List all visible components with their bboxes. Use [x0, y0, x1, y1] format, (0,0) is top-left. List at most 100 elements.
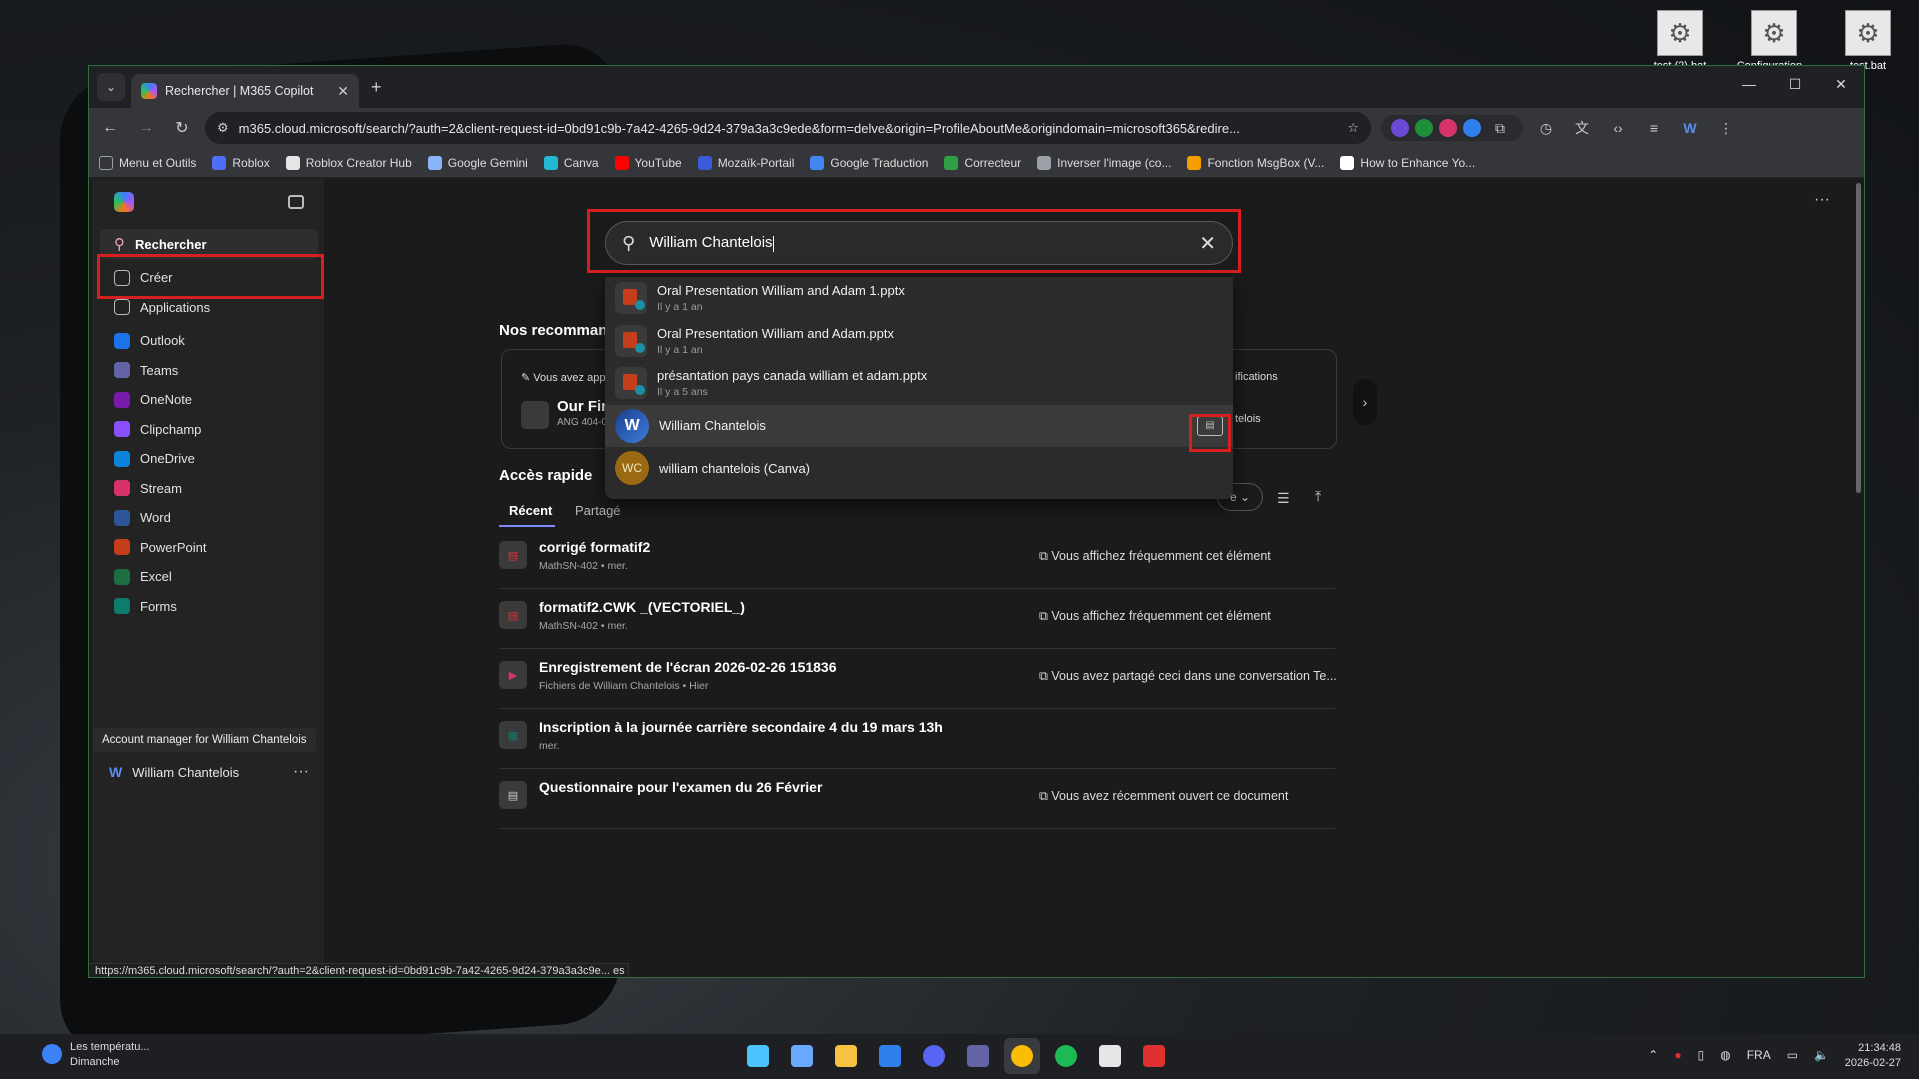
suggestion-pptx[interactable]: Oral Presentation William and Adam 1.ppt…: [605, 277, 1233, 320]
taskbar-app[interactable]: [960, 1038, 996, 1074]
language-indicator[interactable]: FRA: [1747, 1048, 1771, 1062]
page-more-icon[interactable]: ···: [1814, 191, 1830, 209]
minimize-button[interactable]: —: [1726, 66, 1772, 102]
filter-icon[interactable]: ☰: [1277, 490, 1290, 507]
tab-rechercher[interactable]: Rechercher | M365 Copilot ✕: [131, 74, 359, 108]
desktop-icon-configuration[interactable]: ⚙ Configuration...: [1732, 10, 1816, 72]
weather-widget[interactable]: Les températu... Dimanche: [42, 1040, 150, 1070]
bookmark-item[interactable]: Roblox Creator Hub: [285, 155, 412, 170]
list-item[interactable]: ▤ Questionnaire pour l'examen du 26 Févri…: [499, 769, 1335, 829]
suggestion-canva[interactable]: WC william chantelois (Canva): [605, 447, 1233, 490]
windows-start-icon: [747, 1045, 769, 1067]
copilot-logo-icon[interactable]: [114, 192, 134, 212]
taskbar-app[interactable]: [784, 1038, 820, 1074]
extensions-puzzle-icon[interactable]: ⧉: [1487, 120, 1513, 137]
chevron-up-icon[interactable]: ⌃: [1648, 1048, 1658, 1062]
sidebar-item-outlook[interactable]: Outlook: [92, 326, 324, 356]
desktop-icon-test2-bat[interactable]: ⚙ test (2).bat: [1638, 10, 1722, 72]
sidebar-item-teams[interactable]: Teams: [92, 356, 324, 386]
volume-icon[interactable]: 🔈: [1814, 1048, 1829, 1062]
account-more-icon[interactable]: ···: [293, 763, 309, 781]
taskbar-app[interactable]: [828, 1038, 864, 1074]
forward-icon[interactable]: →: [133, 119, 159, 137]
sidebar-item-creer[interactable]: Créer: [92, 263, 324, 293]
contact-card-icon[interactable]: ▤: [1197, 415, 1223, 436]
suggestion-person[interactable]: W William Chantelois ▤: [605, 404, 1233, 447]
tab-search-button[interactable]: ⌄: [97, 73, 125, 101]
bookmark-item[interactable]: Roblox: [212, 155, 270, 170]
sidebar-item-excel[interactable]: Excel: [92, 562, 324, 592]
bookmark-item[interactable]: Canva: [543, 155, 599, 170]
list-item[interactable]: ▶ Enregistrement de l'écran 2026-02-26 15…: [499, 649, 1337, 709]
maximize-button[interactable]: ☐: [1772, 66, 1818, 102]
list-item[interactable]: ▦ Inscription à la journée carrière secon…: [499, 709, 1335, 769]
tab-recent[interactable]: Récent: [509, 503, 552, 518]
network-globe-icon[interactable]: ◍: [1720, 1048, 1730, 1062]
taskbar-app[interactable]: [1136, 1038, 1172, 1074]
history-icon[interactable]: ◷: [1533, 120, 1559, 137]
extension-icon[interactable]: [1415, 119, 1433, 137]
account-manager[interactable]: W William Chantelois ···: [109, 757, 309, 787]
list-item[interactable]: ▤ formatif2.CWK _(VECTORIEL_) MathSN-402 •…: [499, 589, 1335, 649]
address-bar[interactable]: ⚙ m365.cloud.microsoft/search/?auth=2&cl…: [205, 112, 1371, 144]
bookmark-favicon-icon: [944, 155, 959, 170]
sidebar-collapse-icon[interactable]: [288, 195, 304, 209]
search-input[interactable]: ⚲ William Chantelois ✕: [605, 221, 1233, 265]
list-item[interactable]: ▤ corrigé formatif2 MathSN-402 • mer. ⧉ Vou…: [499, 529, 1335, 589]
bookmark-item[interactable]: YouTube: [614, 155, 682, 170]
devtools-icon[interactable]: ‹›: [1605, 120, 1631, 136]
taskbar-app[interactable]: [1004, 1038, 1040, 1074]
sidebar-item-powerpoint[interactable]: PowerPoint: [92, 533, 324, 563]
sidebar-item-rechercher[interactable]: ⚲ Rechercher: [100, 229, 318, 259]
translate-icon[interactable]: 文: [1569, 118, 1595, 138]
back-icon[interactable]: ←: [97, 119, 123, 137]
display-icon[interactable]: ▭: [1787, 1048, 1798, 1062]
sidebar-item-clipchamp[interactable]: Clipchamp: [92, 415, 324, 445]
bookmark-item[interactable]: Google Traduction: [810, 155, 928, 170]
close-window-button[interactable]: ✕: [1818, 66, 1864, 102]
taskbar-app[interactable]: [1048, 1038, 1084, 1074]
scroll-top-icon[interactable]: ⤒: [1315, 488, 1321, 505]
tray-app-icon[interactable]: ●: [1674, 1048, 1681, 1062]
desktop-icon-test-bat[interactable]: ⚙ test.bat: [1826, 10, 1910, 72]
bookmark-item[interactable]: Fonction MsgBox (V...: [1187, 155, 1324, 170]
tab-shared[interactable]: Partagé: [575, 503, 621, 518]
page-scrollbar[interactable]: [1856, 183, 1861, 493]
bookmark-favicon-icon: [543, 155, 558, 170]
suggestion-pptx[interactable]: Oral Presentation William and Adam.pptx I…: [605, 320, 1233, 363]
sidebar-item-applications[interactable]: Applications: [92, 293, 324, 323]
profile-avatar-icon[interactable]: W: [1677, 120, 1703, 136]
sidebar-item-onedrive[interactable]: OneDrive: [92, 444, 324, 474]
bookmark-star-icon[interactable]: ☆: [1347, 120, 1359, 136]
bookmark-item[interactable]: Google Gemini: [427, 155, 528, 170]
clear-search-icon[interactable]: ✕: [1199, 231, 1216, 256]
taskbar-app[interactable]: [740, 1038, 776, 1074]
bookmark-favicon-icon: [285, 155, 300, 170]
sidebar-item-onenote[interactable]: OneNote: [92, 385, 324, 415]
chevron-right-icon[interactable]: ›: [1353, 379, 1377, 425]
taskbar-app[interactable]: [872, 1038, 908, 1074]
bookmark-item[interactable]: Mozaïk-Portail: [697, 155, 794, 170]
sidebar-item-forms[interactable]: Forms: [92, 592, 324, 622]
bookmark-item[interactable]: Inverser l'image (co...: [1037, 155, 1171, 170]
taskbar-app[interactable]: [916, 1038, 952, 1074]
bookmark-item[interactable]: Menu et Outils: [99, 155, 196, 170]
media-queue-icon[interactable]: ≡: [1641, 120, 1667, 136]
taskbar-app[interactable]: [1092, 1038, 1128, 1074]
extension-icon[interactable]: [1463, 119, 1481, 137]
suggestion-pptx[interactable]: présantation pays canada william et adam…: [605, 362, 1233, 405]
extension-icon[interactable]: [1439, 119, 1457, 137]
clock[interactable]: 21:34:48 2026-02-27: [1845, 1041, 1901, 1071]
new-tab-button[interactable]: +: [371, 77, 382, 98]
site-info-icon[interactable]: ⚙: [217, 120, 229, 136]
bookmark-item[interactable]: How to Enhance Yo...: [1340, 155, 1475, 170]
sidebar-item-stream[interactable]: Stream: [92, 474, 324, 504]
sidebar-item-word[interactable]: Word: [92, 503, 324, 533]
reload-icon[interactable]: ↻: [169, 118, 195, 138]
menu-kebab-icon[interactable]: ⋮: [1713, 120, 1739, 137]
bookmark-item[interactable]: Correcteur: [944, 155, 1021, 170]
suggestion-text: présantation pays canada william et adam…: [657, 368, 927, 398]
extension-icon[interactable]: [1391, 119, 1409, 137]
tab-close-icon[interactable]: ✕: [337, 83, 349, 100]
usb-icon[interactable]: ▯: [1698, 1048, 1705, 1062]
